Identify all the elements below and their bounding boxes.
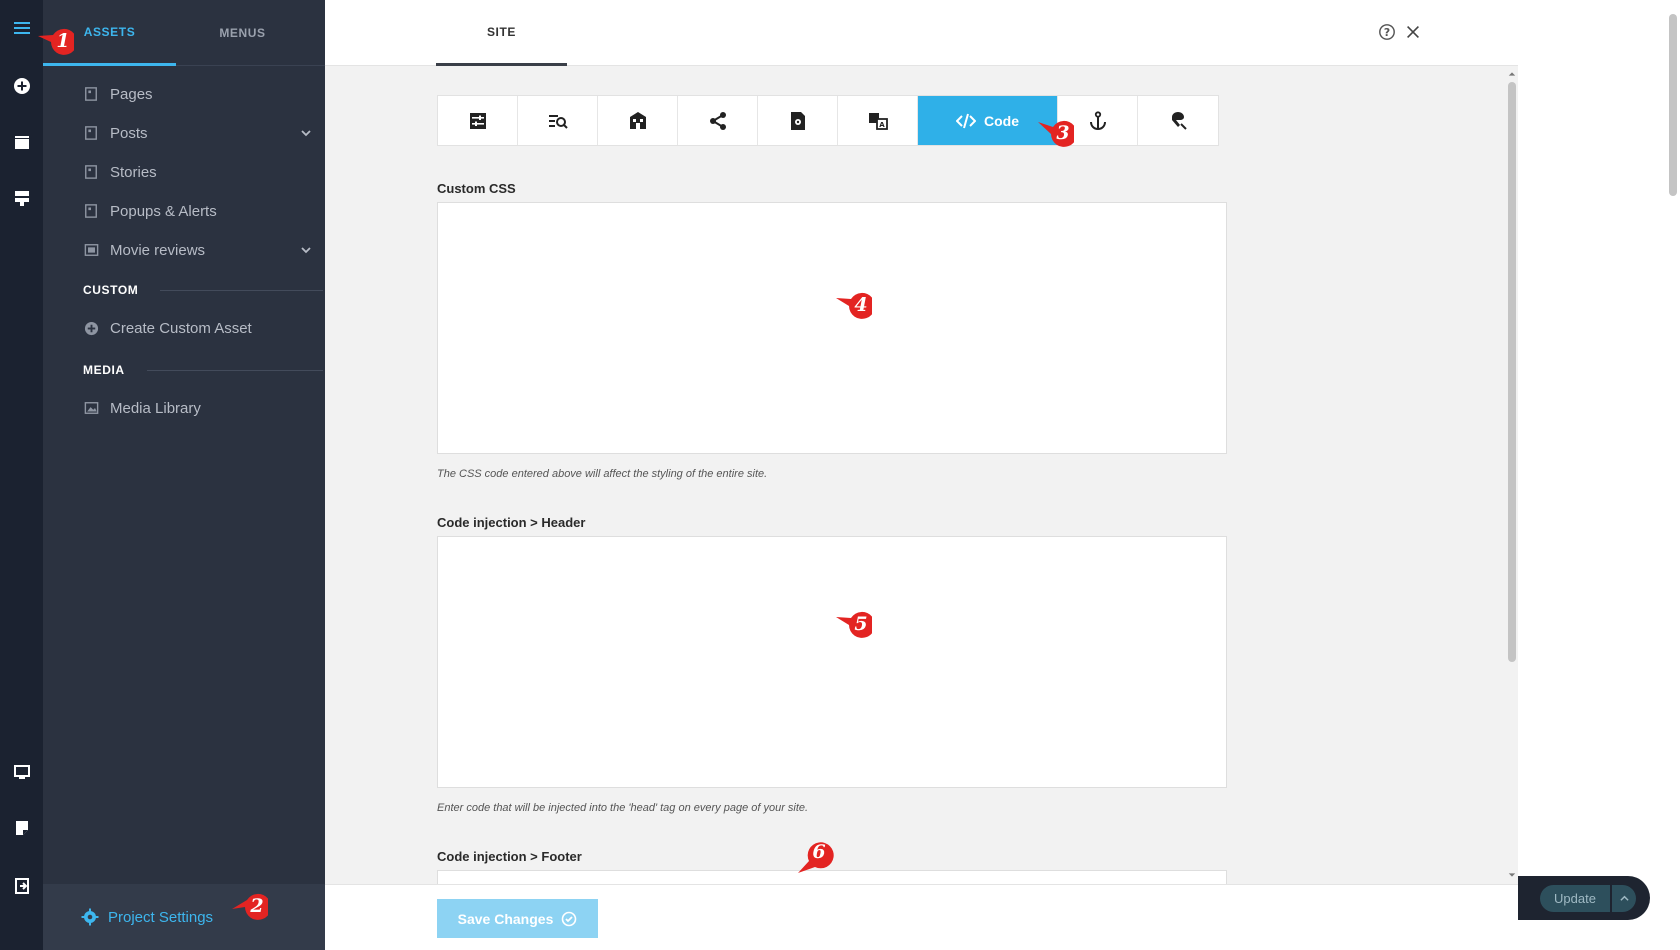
custom-css-editor[interactable]: [437, 202, 1227, 454]
create-custom-label: Create Custom Asset: [110, 319, 252, 337]
scroll-thumb[interactable]: [1508, 82, 1516, 662]
tab-site[interactable]: SITE: [436, 0, 567, 66]
sidebar-item-stories[interactable]: Stories: [83, 154, 313, 190]
page-scroll-thumb[interactable]: [1669, 14, 1677, 196]
svg-text:?: ?: [1384, 26, 1390, 39]
sidebar-item-label: Popups & Alerts: [110, 202, 217, 220]
help-icon[interactable]: ?: [1377, 22, 1397, 42]
chevron-down-icon[interactable]: [299, 126, 313, 140]
add-circle-icon: [83, 320, 99, 336]
annotation-number: 4: [854, 294, 868, 316]
translate-icon[interactable]: A: [838, 96, 918, 145]
divider: [160, 289, 323, 291]
panel-tabs: ASSETS MENUS: [43, 0, 325, 66]
desktop-preview-icon[interactable]: [0, 752, 43, 792]
settings-footer: Save Changes: [325, 884, 1518, 950]
page-icon: [83, 86, 99, 102]
page-scrollbar[interactable]: [1666, 0, 1680, 950]
sidebar-item-popups[interactable]: Popups & Alerts: [83, 193, 313, 229]
page-canvas-edge: [1518, 0, 1680, 950]
custom-css-label: Custom CSS: [437, 181, 516, 196]
scroll-up-icon[interactable]: [1507, 69, 1517, 79]
custom-css-hint: The CSS code entered above will affect t…: [437, 468, 768, 480]
header-code-hint: Enter code that will be injected into th…: [437, 802, 809, 814]
sidebar-item-label: Media Library: [110, 399, 201, 417]
update-button[interactable]: Update: [1540, 885, 1610, 912]
notes-icon[interactable]: [0, 808, 43, 848]
chevron-up-icon: [1619, 895, 1629, 901]
divider: [146, 369, 323, 371]
save-changes-button[interactable]: Save Changes: [437, 899, 598, 938]
sidebar-item-media-library[interactable]: Media Library: [83, 390, 313, 426]
annotation-marker: 2: [230, 887, 268, 925]
sidebar-item-posts[interactable]: Posts: [83, 115, 313, 151]
annotation-number: 5: [854, 613, 868, 635]
assets-panel: ASSETS MENUS Pages Posts Stories Popups …: [43, 0, 325, 950]
gear-icon: [81, 908, 99, 926]
integrations-icon[interactable]: [1138, 96, 1218, 145]
seo-icon[interactable]: [518, 96, 598, 145]
share-icon[interactable]: [678, 96, 758, 145]
annotation-marker: 1: [36, 22, 74, 60]
icon-rail: [0, 0, 43, 950]
settings-toolbar: A Code: [437, 95, 1219, 146]
close-icon[interactable]: [1403, 22, 1423, 42]
collection-icon: [83, 242, 99, 258]
image-icon: [83, 400, 99, 416]
annotation-number: 6: [812, 841, 826, 863]
annotation-number: 3: [1056, 122, 1070, 144]
section-custom: CUSTOM: [83, 280, 325, 300]
annotation-marker: 3: [1036, 114, 1074, 152]
header-code-label: Code injection > Header: [437, 515, 586, 530]
annotation-marker: 4: [834, 286, 872, 324]
check-circle-icon: [562, 911, 577, 926]
layout-icon[interactable]: [0, 178, 43, 218]
settings-scrollbar[interactable]: [1505, 66, 1518, 884]
exit-icon[interactable]: [0, 866, 43, 906]
create-custom-asset[interactable]: Create Custom Asset: [83, 310, 313, 346]
annotation-number: 1: [56, 30, 70, 52]
sidebar-item-pages[interactable]: Pages: [83, 76, 313, 112]
sidebar-item-label: Stories: [110, 163, 157, 181]
annotation-number: 2: [250, 895, 264, 917]
section-custom-label: CUSTOM: [83, 283, 139, 297]
update-options-button[interactable]: [1612, 885, 1636, 912]
code-icon: [956, 113, 976, 128]
section-media-label: MEDIA: [83, 363, 125, 377]
header-code-editor[interactable]: [437, 536, 1227, 788]
sidebar-item-movie-reviews[interactable]: Movie reviews: [83, 232, 313, 268]
layers-icon[interactable]: [0, 122, 43, 162]
save-changes-label: Save Changes: [457, 910, 554, 927]
page-icon: [83, 164, 99, 180]
sidebar-item-label: Movie reviews: [110, 241, 206, 259]
page-settings-icon[interactable]: [758, 96, 838, 145]
general-settings-icon[interactable]: [438, 96, 518, 145]
settings-header: SITE ?: [325, 0, 1518, 66]
settings-main: SITE ? A Code Custom CSS The CSS code en…: [325, 0, 1518, 950]
sidebar-item-label: Pages: [110, 85, 153, 103]
footer-code-label: Code injection > Footer: [437, 849, 582, 864]
section-media: MEDIA: [83, 360, 325, 380]
tab-code-label: Code: [984, 112, 1019, 129]
svg-text:A: A: [879, 121, 885, 129]
scroll-down-icon[interactable]: [1507, 870, 1517, 880]
organization-icon[interactable]: [598, 96, 678, 145]
project-settings-label: Project Settings: [108, 908, 214, 926]
annotation-marker: 6: [796, 837, 834, 875]
project-settings-button[interactable]: Project Settings: [81, 902, 213, 932]
add-icon[interactable]: [0, 66, 43, 106]
sidebar-item-label: Posts: [110, 124, 148, 142]
tab-menus[interactable]: MENUS: [176, 0, 309, 66]
annotation-marker: 5: [834, 605, 872, 643]
page-icon: [83, 125, 99, 141]
project-settings-bar: Project Settings: [43, 884, 325, 950]
chevron-down-icon[interactable]: [299, 243, 313, 257]
page-icon: [83, 203, 99, 219]
update-control: Update: [1518, 876, 1650, 920]
